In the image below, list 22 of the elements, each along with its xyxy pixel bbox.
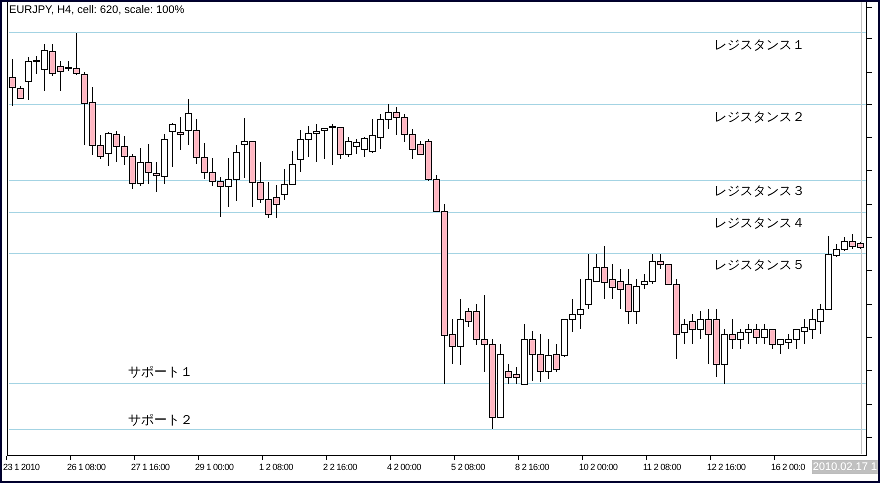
level-label: レジスタンス５ [714,257,805,274]
time-label: 2 2 16:00 [323,462,357,472]
level-label: サポート２ [128,412,193,429]
level-label: レジスタンス２ [714,109,805,126]
time-label: 4 2 00:00 [387,462,421,472]
time-label: 10 2 00:00 [579,462,618,472]
time-label: 5 2 08:00 [451,462,485,472]
time-label: 29 1 00:00 [195,462,234,472]
time-label: 26 1 08:00 [67,462,106,472]
time-label: 11 2 08:00 [643,462,681,472]
level-label: サポート１ [128,364,193,381]
time-label: 1 2 08:00 [259,462,293,472]
cursor-time-label: 2010.02.17 1 [812,460,878,474]
level-label: レジスタンス４ [714,215,805,232]
level-label: レジスタンス１ [714,37,805,54]
time-label: 16 2 00:0 [771,462,805,472]
time-label: 23 1 2010 [3,462,40,472]
time-label: 27 1 16:00 [131,462,170,472]
time-label: 12 2 16:00 [707,462,746,472]
level-label: レジスタンス３ [714,183,805,200]
time-label: 8 2 16:00 [515,462,549,472]
chart-title: EURJPY, H4, cell: 620, scale: 100% [9,4,184,16]
